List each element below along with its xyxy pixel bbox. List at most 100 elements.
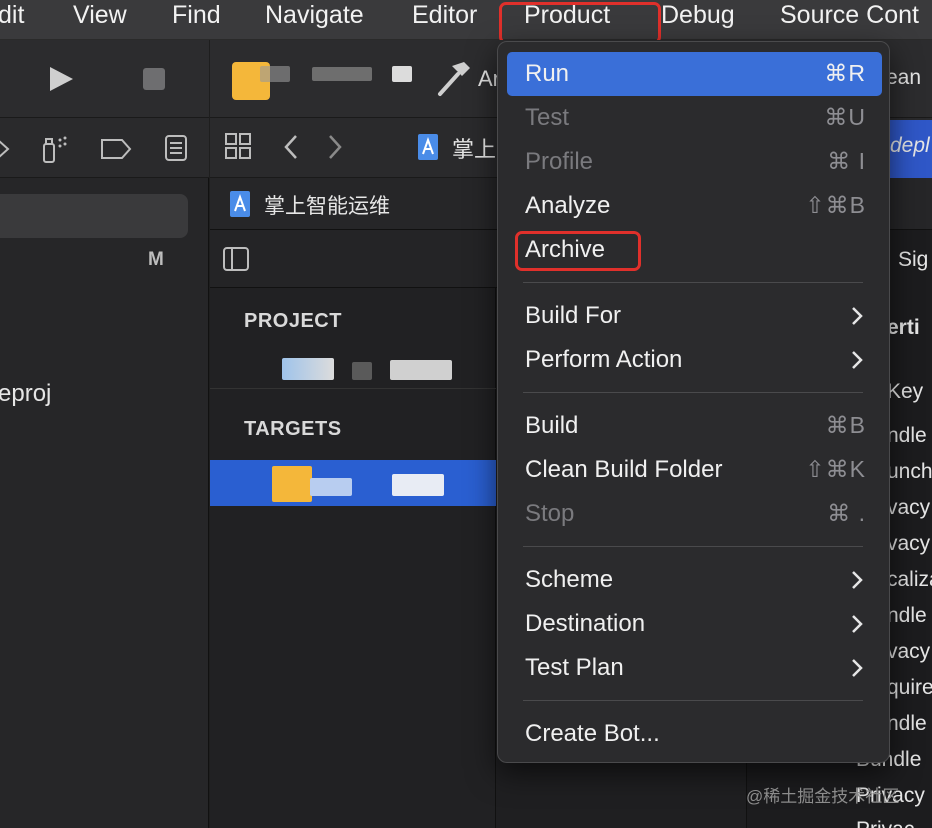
menu-view[interactable]: View xyxy=(73,0,127,40)
blurred-target-icon xyxy=(272,466,312,502)
menu-item-label: Scheme xyxy=(525,566,614,593)
run-icon[interactable] xyxy=(47,65,75,93)
menu-item-build-for[interactable]: Build For xyxy=(507,294,882,338)
sidebar-icon[interactable] xyxy=(222,246,250,272)
menu-item-run[interactable]: Run ⌘R xyxy=(507,52,882,96)
plist-row[interactable]: vacy xyxy=(887,532,930,556)
plist-row[interactable]: Privac xyxy=(856,818,914,828)
menu-item-label: Clean Build Folder xyxy=(525,456,723,483)
plist-row[interactable]: ndle xyxy=(887,604,927,628)
menu-item-create-bot[interactable]: Create Bot... xyxy=(507,712,882,756)
blurred-project-icon xyxy=(282,358,334,380)
navigator-filter-field[interactable] xyxy=(0,194,188,238)
menu-item-label: Destination xyxy=(525,610,646,637)
menu-item-label: Stop xyxy=(525,500,575,527)
target-row-selected[interactable] xyxy=(210,460,496,506)
plist-row[interactable]: vacy xyxy=(887,640,930,664)
plist-row[interactable]: caliza xyxy=(887,568,932,592)
menu-item-shortcut: ⌘U xyxy=(824,104,866,130)
menu-item-scheme[interactable]: Scheme xyxy=(507,558,882,602)
menu-source-control[interactable]: Source Cont xyxy=(780,0,919,40)
menu-item-test: Test ⌘U xyxy=(507,96,882,140)
editor-tab-title[interactable]: 掌上智能运维 xyxy=(264,190,390,220)
back-icon[interactable] xyxy=(282,134,300,160)
menu-item-perform-action[interactable]: Perform Action xyxy=(507,338,882,382)
blurred-scheme-name xyxy=(312,67,372,81)
navigator-filter-bar xyxy=(0,118,209,178)
product-menu: Run ⌘R Test ⌘U Profile ⌘ I Analyze ⇧⌘B A… xyxy=(497,41,890,763)
file-icon xyxy=(230,191,250,217)
chevron-right-icon xyxy=(852,615,863,633)
menu-item-shortcut: ⌘ I xyxy=(827,148,866,174)
menu-item-shortcut: ⌘B xyxy=(825,412,866,438)
blurred-target-name xyxy=(392,474,444,496)
diamond-icon[interactable] xyxy=(0,138,10,160)
divider xyxy=(210,388,496,389)
plist-row[interactable]: ndle xyxy=(887,424,927,448)
deployment-tab-label: depl xyxy=(890,134,930,157)
menu-item-shortcut: ⌘ . xyxy=(827,500,866,526)
menu-item-label: Build For xyxy=(525,302,622,329)
archive-annotation-box xyxy=(515,231,641,271)
menu-item-stop: Stop ⌘ . xyxy=(507,492,882,536)
watermark: @稀土掘金技术社区 xyxy=(746,787,900,806)
project-section-title: PROJECT xyxy=(244,310,342,332)
deployment-tab[interactable]: depl xyxy=(890,120,932,178)
chevron-right-icon xyxy=(852,659,863,677)
blurred-scheme xyxy=(260,66,290,82)
menu-item-analyze[interactable]: Analyze ⇧⌘B xyxy=(507,184,882,228)
breadcrumb-project[interactable]: 掌上 xyxy=(452,132,496,164)
product-annotation-box xyxy=(499,2,661,44)
menu-separator xyxy=(523,546,863,547)
menu-item-build[interactable]: Build ⌘B xyxy=(507,404,882,448)
menu-item-label: Test Plan xyxy=(525,654,624,681)
source-control-status: M xyxy=(148,249,164,270)
menu-bar: dit View Find Navigate Editor Product De… xyxy=(0,0,932,40)
targets-section-title: TARGETS xyxy=(244,418,342,440)
menu-item-shortcut: ⇧⌘B xyxy=(805,192,866,218)
menu-item-label: Test xyxy=(525,104,570,131)
spray-icon[interactable] xyxy=(40,134,72,164)
blurred-target-name xyxy=(310,478,352,496)
menu-debug[interactable]: Debug xyxy=(661,0,735,40)
plist-row[interactable]: ndle xyxy=(887,712,927,736)
file-icon xyxy=(418,134,438,160)
plist-row[interactable]: vacy xyxy=(887,496,930,520)
chevron-right-icon xyxy=(852,571,863,589)
menu-separator xyxy=(523,700,863,701)
signing-tab[interactable]: Sig xyxy=(898,248,928,272)
chevron-right-icon xyxy=(852,351,863,369)
key-column-header: Key xyxy=(887,380,924,403)
project-target-list: PROJECT TARGETS xyxy=(210,288,496,828)
menu-editor[interactable]: Editor xyxy=(412,0,477,40)
menu-item-test-plan[interactable]: Test Plan xyxy=(507,646,882,690)
device-icon xyxy=(392,66,412,82)
menu-edit[interactable]: dit xyxy=(0,0,24,40)
grid-icon[interactable] xyxy=(224,132,252,160)
menu-item-destination[interactable]: Destination xyxy=(507,602,882,646)
blurred-project-name xyxy=(390,360,452,380)
forward-icon[interactable] xyxy=(326,134,344,160)
tag-icon[interactable] xyxy=(100,138,132,160)
menu-separator xyxy=(523,282,863,283)
menu-item-label: Create Bot... xyxy=(525,720,660,747)
properties-heading: erti xyxy=(887,316,920,339)
clean-label: ean xyxy=(886,66,922,89)
stop-icon[interactable] xyxy=(142,67,166,91)
navigator-toolbar xyxy=(0,40,209,118)
list-icon[interactable] xyxy=(164,134,188,162)
menu-item-clean-build-folder[interactable]: Clean Build Folder ⇧⌘K xyxy=(507,448,882,492)
menu-navigate[interactable]: Navigate xyxy=(265,0,364,40)
menu-separator xyxy=(523,392,863,393)
plist-row[interactable]: unch xyxy=(887,460,932,484)
menu-item-shortcut: ⇧⌘K xyxy=(805,456,866,482)
menu-find[interactable]: Find xyxy=(172,0,221,40)
menu-item-label: Analyze xyxy=(525,192,611,219)
menu-item-profile: Profile ⌘ I xyxy=(507,140,882,184)
menu-item-label: Perform Action xyxy=(525,346,683,373)
navigator-pane: M eproj xyxy=(0,40,209,828)
plist-row[interactable]: quire xyxy=(887,676,932,700)
menu-item-label: Build xyxy=(525,412,579,439)
menu-item-shortcut: ⌘R xyxy=(824,60,866,86)
project-file-name[interactable]: eproj xyxy=(0,380,51,408)
